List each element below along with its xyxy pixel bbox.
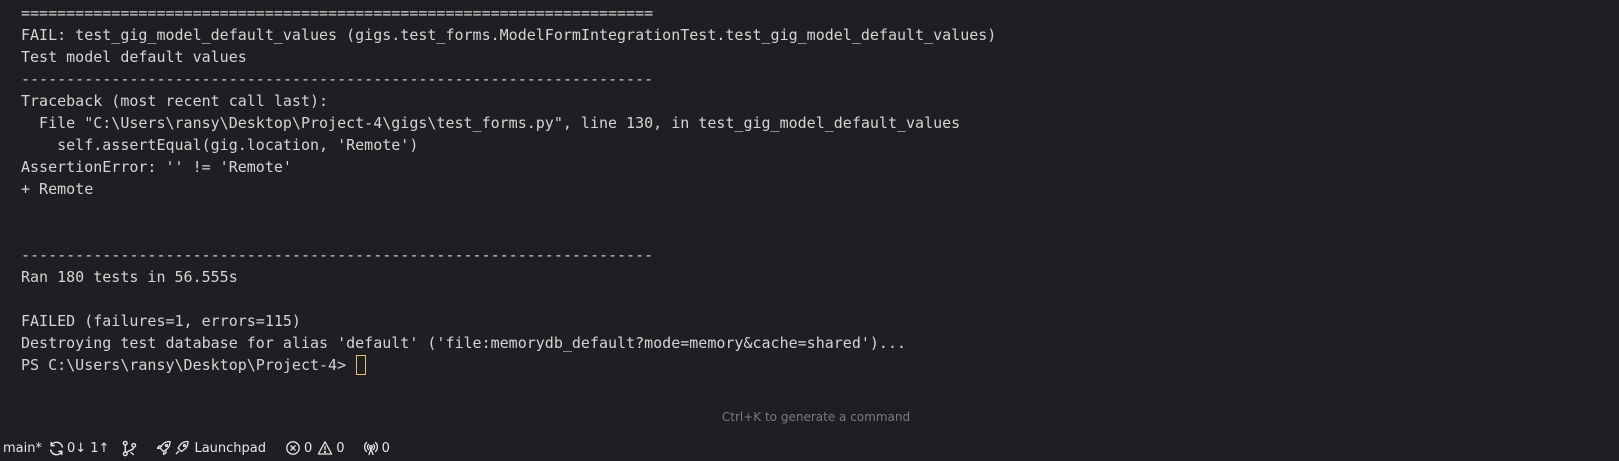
- terminal-prompt-row[interactable]: PS C:\Users\ransy\Desktop\Project-4>: [21, 354, 996, 376]
- terminal-line: File "C:\Users\ransy\Desktop\Project-4\g…: [21, 114, 961, 132]
- git-sync-button[interactable]: 0↓ 1↑: [46, 435, 113, 461]
- terminal-line: Ran 180 tests in 56.555s: [21, 268, 238, 286]
- source-control-graph-icon: [121, 440, 138, 457]
- rocket-icon: [156, 440, 172, 456]
- warning-triangle-icon: [317, 440, 333, 456]
- terminal-line: + Remote: [21, 180, 94, 198]
- warning-count: 0: [336, 440, 345, 456]
- launchpad-button[interactable]: Launchpad: [142, 435, 270, 461]
- sync-icon: [48, 440, 65, 457]
- error-circle-icon: [285, 440, 301, 456]
- terminal-prompt: PS C:\Users\ransy\Desktop\Project-4>: [21, 356, 356, 374]
- terminal-line: ========================================…: [21, 4, 654, 22]
- ports-count: 0: [381, 440, 390, 456]
- terminal-line: FAIL: test_gig_model_default_values (gig…: [21, 26, 997, 44]
- status-bar: main* 0↓ 1↑ Launchpad 0 0 0: [0, 435, 1619, 461]
- git-branch-button[interactable]: main*: [0, 435, 46, 461]
- broadcast-icon: [363, 440, 379, 456]
- branch-label: main*: [3, 440, 42, 456]
- terminal-line: Test model default values: [21, 48, 247, 66]
- ports-button[interactable]: 0: [349, 435, 394, 461]
- terminal-line: AssertionError: '' != 'Remote': [21, 158, 292, 176]
- sync-counts: 0↓ 1↑: [66, 440, 110, 456]
- terminal-cursor[interactable]: [356, 355, 367, 375]
- terminal-line: self.assertEqual(gig.location, 'Remote'): [21, 136, 419, 154]
- generate-command-hint: Ctrl+K to generate a command: [721, 410, 911, 424]
- terminal-line: FAILED (failures=1, errors=115): [21, 312, 301, 330]
- terminal-output: ========================================…: [21, 2, 996, 376]
- terminal-line: Traceback (most recent call last):: [21, 92, 329, 110]
- terminal-line: Destroying test database for alias 'defa…: [21, 334, 907, 352]
- terminal-line: ----------------------------------------…: [21, 70, 654, 88]
- source-control-graph-button[interactable]: [113, 435, 142, 461]
- terminal-panel[interactable]: ========================================…: [0, 0, 1619, 435]
- problems-button[interactable]: 0 0: [270, 435, 349, 461]
- launchpad-label: Launchpad: [194, 440, 266, 456]
- rocket-launch-icon: [174, 440, 190, 456]
- error-count: 0: [304, 440, 313, 456]
- terminal-line: ----------------------------------------…: [21, 246, 654, 264]
